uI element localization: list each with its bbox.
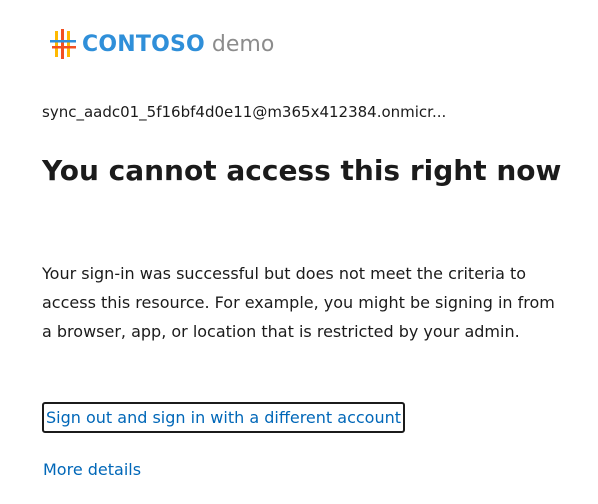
contoso-logo-icon	[50, 29, 76, 59]
more-details-link[interactable]: More details	[43, 458, 141, 482]
error-message: Your sign-in was successful but does not…	[42, 264, 555, 341]
access-denied-card: CONTOSO demo sync_aadc01_5f16bf4d0e11@m3…	[42, 0, 582, 504]
brand-name: CONTOSO	[82, 31, 205, 57]
page-title: You cannot access this right now	[42, 154, 562, 187]
account-identity: sync_aadc01_5f16bf4d0e11@m365x412384.onm…	[42, 103, 447, 121]
brand-suffix: demo	[211, 31, 275, 57]
sign-out-link[interactable]: Sign out and sign in with a different ac…	[42, 402, 405, 433]
brand-logo: CONTOSO demo	[50, 28, 274, 60]
